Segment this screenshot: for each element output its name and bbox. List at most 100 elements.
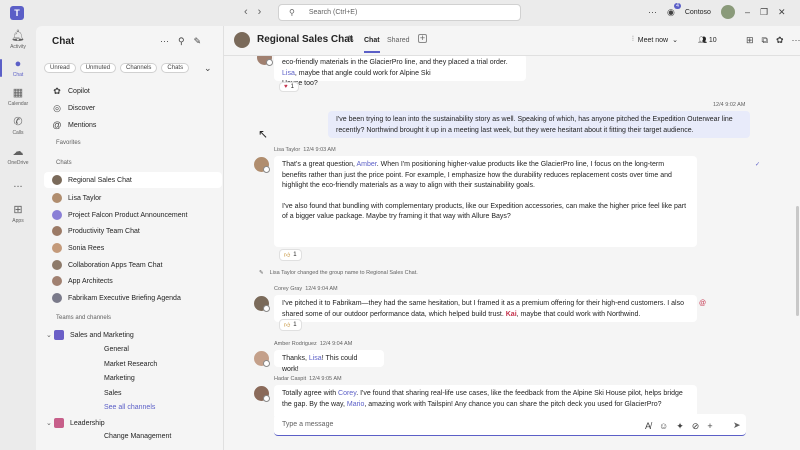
chat-item-project-falcon[interactable]: Project Falcon Product Announcement [52, 210, 187, 220]
chat-item-sonia[interactable]: Sonia Rees [52, 243, 104, 253]
filter-chips: Unread Unmuted Channels Chats [44, 63, 190, 73]
more-options-icon[interactable]: ··· [648, 7, 657, 17]
avatar [52, 193, 62, 203]
favorites-label[interactable]: Favorites [56, 140, 81, 146]
message-bubble[interactable]: I've pitched it to Fabrikam—they had the… [274, 295, 697, 322]
forward-arrow-icon[interactable]: › [258, 6, 262, 18]
more-options-icon[interactable]: ··· [160, 36, 169, 47]
chat-item-collab-apps[interactable]: Collaboration Apps Team Chat [52, 260, 162, 270]
message-bubble[interactable]: Totally agree with Corey. I've found tha… [274, 385, 697, 416]
rail-onedrive[interactable]: ☁ OneDrive [0, 146, 36, 166]
format-icon[interactable]: A̸ [645, 421, 651, 432]
rail-calls[interactable]: ✆ Calls [0, 116, 36, 136]
message-list: eco-friendly materials in the GlacierPro… [224, 56, 800, 416]
chat-item-lisa[interactable]: Lisa Taylor [52, 193, 101, 203]
search-input[interactable]: ⚲ Search (Ctrl+E) [278, 4, 521, 21]
message-bubble[interactable]: I've been trying to lean into the sustai… [328, 111, 750, 138]
at-icon: @ [52, 120, 62, 130]
chat-item-regional-sales[interactable]: Regional Sales Chat [44, 172, 222, 188]
chevron-down-icon: ⌄ [46, 420, 52, 427]
message-bubble[interactable]: eco-friendly materials in the GlacierPro… [274, 56, 526, 87]
avatar [52, 260, 62, 270]
rail-activity[interactable]: 🔔︎ Activity [0, 30, 36, 50]
filter-chats[interactable]: Chats [161, 63, 190, 73]
nav-arrows: ‹ › [244, 6, 261, 18]
avatar [52, 175, 62, 185]
team-leadership[interactable]: ⌄ Leadership [46, 418, 105, 428]
search-icon[interactable]: ⚲ [178, 36, 185, 47]
message-bubble[interactable]: Thanks, Lisa! This could work! [274, 350, 384, 373]
team-sales-marketing[interactable]: ⌄ Sales and Marketing [46, 330, 134, 340]
chat-item-productivity[interactable]: Productivity Team Chat [52, 226, 140, 236]
tab-shared[interactable]: Shared [387, 37, 410, 44]
copilot-icon[interactable]: ✿ [776, 35, 784, 46]
shortcut-discover[interactable]: ◎ Discover [52, 103, 95, 113]
new-chat-icon[interactable]: ✎ [194, 36, 202, 47]
rail-calendar[interactable]: ▦ Calendar [0, 87, 36, 107]
see-all-channels-link[interactable]: See all channels [104, 404, 155, 411]
avatar [52, 210, 62, 220]
like-reaction[interactable]: 👍︎ 1 [279, 249, 302, 261]
channel-change-management[interactable]: Change Management [104, 433, 171, 440]
avatar[interactable] [254, 296, 270, 312]
scrollbar[interactable] [796, 206, 799, 316]
emoji-icon[interactable]: ☺ [659, 421, 668, 432]
composer-tools: A̸ ☺ ✦ ⊘ + [645, 421, 713, 432]
sticker-icon[interactable]: ✦ [676, 421, 684, 432]
avatar[interactable] [254, 157, 270, 173]
loop-icon[interactable]: ⊘ [692, 421, 700, 432]
app-rail: 🔔︎ Activity ● Chat ▦ Calendar ✆ Calls ☁ … [0, 26, 36, 450]
heart-reaction[interactable]: ♥ 1 [279, 82, 299, 92]
like-reaction[interactable]: 👍︎ 1 [279, 319, 302, 331]
channel-sales[interactable]: Sales [104, 390, 122, 397]
shortcut-copilot[interactable]: ✿ Copilot [52, 86, 90, 96]
avatar [257, 56, 273, 66]
rail-chat[interactable]: ● Chat [0, 58, 36, 78]
teams-label[interactable]: Teams and channels [56, 315, 111, 321]
send-icon[interactable]: ➤ [733, 420, 741, 431]
avatar[interactable] [254, 386, 270, 402]
channel-general[interactable]: General [104, 346, 129, 353]
message-meta: Amber Rodriguez 12/4 9:04 AM [274, 341, 353, 347]
rail-more[interactable]: ... [0, 178, 36, 190]
teams-logo-icon: T [10, 6, 24, 20]
plus-icon[interactable]: + [707, 421, 712, 432]
user-avatar[interactable] [720, 5, 735, 19]
title-bar: T ‹ › ⚲ Search (Ctrl+E) ··· ◉ 4 Contoso –… [0, 0, 800, 26]
mouse-cursor-icon: ↖ [258, 127, 269, 141]
meet-now-button[interactable]: ⫶ Meet now ⌄ [632, 36, 678, 44]
filter-unread[interactable]: Unread [44, 63, 76, 73]
chevron-down-icon: ⌄ [672, 37, 678, 44]
team-avatar [54, 418, 64, 428]
close-icon[interactable]: ✕ [778, 7, 786, 18]
notifications-icon[interactable]: ◉ 4 [667, 2, 681, 18]
team-avatar [54, 330, 64, 340]
channel-marketing[interactable]: Marketing [104, 375, 135, 382]
rail-apps[interactable]: ⊞ Apps [0, 204, 36, 224]
filter-unmuted[interactable]: Unmuted [79, 63, 117, 73]
chat-item-app-architects[interactable]: App Architects [52, 276, 113, 286]
pencil-icon[interactable]: ✎ [347, 34, 355, 45]
group-avatar[interactable] [234, 32, 250, 48]
chat-item-fabrikam[interactable]: Fabrikam Executive Briefing Agenda [52, 293, 181, 303]
message-bubble[interactable]: That's a great question, Amber. When I'm… [274, 156, 697, 247]
apps-icon[interactable]: ⊞ [746, 35, 754, 46]
popout-icon[interactable]: ⧉ [762, 35, 768, 46]
chevron-down-icon[interactable]: ⌄ [204, 63, 212, 74]
search-icon: ⚲ [289, 8, 295, 17]
minimize-icon[interactable]: – [745, 7, 750, 17]
shortcut-mentions[interactable]: @ Mentions [52, 120, 96, 130]
filter-channels[interactable]: Channels [120, 63, 158, 73]
chat-title: Regional Sales Chat [257, 34, 354, 45]
restore-icon[interactable]: ❐ [760, 7, 768, 18]
back-arrow-icon[interactable]: ‹ [244, 6, 248, 18]
channel-market-research[interactable]: Market Research [104, 361, 157, 368]
avatar[interactable] [254, 351, 270, 367]
message-meta: Hadar Caspit 12/4 9:05 AM [274, 376, 342, 382]
participants-button[interactable]: 👥︎ 10 [698, 36, 717, 44]
tab-chat[interactable]: Chat [364, 37, 380, 53]
more-options-icon[interactable]: ··· [792, 35, 800, 46]
chats-label[interactable]: Chats [56, 160, 72, 166]
add-tab-icon[interactable]: + [418, 34, 427, 43]
thumbs-up-icon: 👍︎ [284, 323, 291, 329]
